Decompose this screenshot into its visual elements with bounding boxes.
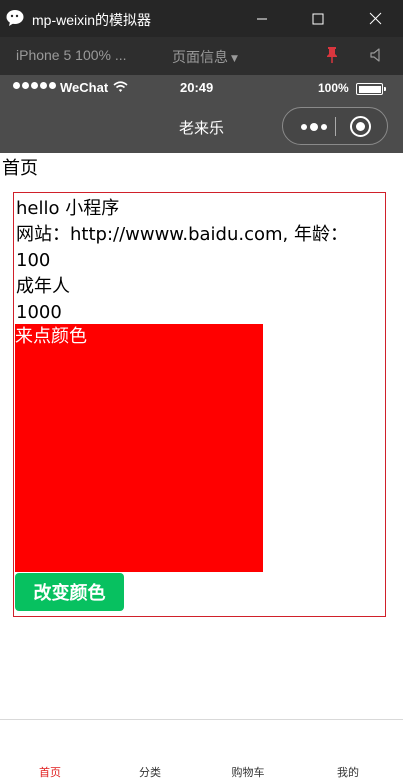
clock: 20:49 xyxy=(180,80,214,95)
age-value: 100 xyxy=(16,250,51,271)
maximize-button[interactable] xyxy=(290,0,346,37)
signal-strength-icon xyxy=(13,82,56,89)
phone-status-bar: WeChat 20:49 100% xyxy=(0,75,403,102)
adult-status-text: 成年人 xyxy=(16,276,70,297)
window-title-bar: mp-weixin的模拟器 xyxy=(0,0,403,37)
page-heading: 首页 xyxy=(2,158,38,179)
speaker-icon[interactable] xyxy=(370,48,384,66)
number-value: 1000 xyxy=(16,302,62,323)
carrier-label: WeChat xyxy=(60,80,109,95)
battery-percentage: 100% xyxy=(318,81,349,95)
wifi-icon xyxy=(113,81,128,96)
greeting-text: hello 小程序 xyxy=(16,198,120,219)
minimize-button[interactable] xyxy=(234,0,290,37)
page-info-label: 页面信息 xyxy=(172,50,228,66)
navigation-bar: 老来乐 xyxy=(0,102,403,153)
simulator-toolbar: iPhone 5 100% ... 页面信息 ▼ xyxy=(0,37,403,75)
caret-down-icon: ▼ xyxy=(231,54,238,64)
tab-category[interactable]: 分类 xyxy=(100,764,200,780)
close-icon xyxy=(369,12,382,25)
capsule-divider xyxy=(335,117,336,136)
tab-mine[interactable]: 我的 xyxy=(298,764,398,780)
battery-icon xyxy=(356,83,386,95)
color-block-label: 来点颜色 xyxy=(15,326,87,347)
tab-cart[interactable]: 购物车 xyxy=(198,764,298,780)
tab-bar: 首页 分类 购物车 我的 xyxy=(0,719,403,784)
website-age-text: 网站：http://wwww.baidu.com, 年龄： xyxy=(16,224,348,245)
window-title: mp-weixin的模拟器 xyxy=(32,12,152,28)
color-block: 来点颜色 xyxy=(15,324,263,572)
close-button[interactable] xyxy=(347,0,403,37)
minimize-icon xyxy=(256,13,268,25)
device-selector[interactable]: iPhone 5 100% ... xyxy=(16,47,127,63)
text-lines: hello 小程序 网站：http://wwww.baidu.com, 年龄： … xyxy=(16,196,381,326)
wechat-bubble-icon xyxy=(6,9,26,27)
page-info-dropdown[interactable]: 页面信息 ▼ xyxy=(172,47,238,67)
capsule-close-icon[interactable] xyxy=(350,116,371,137)
maximize-icon xyxy=(312,13,324,25)
content-box: hello 小程序 网站：http://wwww.baidu.com, 年龄： … xyxy=(13,192,386,617)
tab-home[interactable]: 首页 xyxy=(0,764,100,780)
menu-capsule xyxy=(282,107,388,145)
pin-icon[interactable] xyxy=(326,47,338,67)
page-content: 首页 hello 小程序 网站：http://wwww.baidu.com, 年… xyxy=(0,153,403,719)
more-dots-icon[interactable] xyxy=(301,123,327,131)
change-color-button[interactable]: 改变颜色 xyxy=(15,573,124,611)
